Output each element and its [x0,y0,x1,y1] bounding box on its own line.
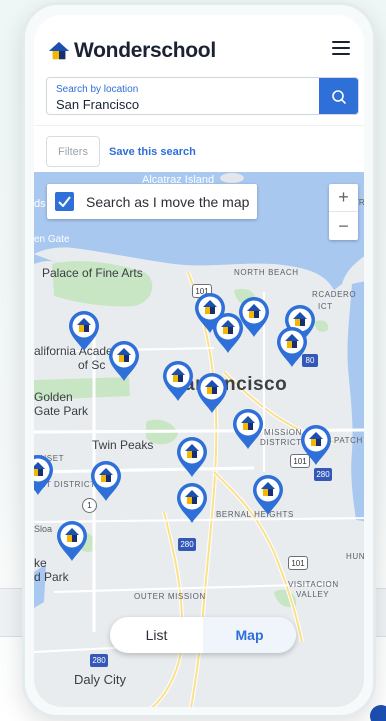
phone-screen: Wonderschool Search by location San Fran… [34,15,364,707]
map-label-d-park: d Park [34,570,69,584]
map-view-button[interactable]: Map [203,617,296,653]
map-label-financial: ICT [318,302,333,311]
map-label-hunt: HUNT [346,552,364,561]
school-pin[interactable] [66,308,102,352]
map-label-embarcadero: RCADERO [312,290,357,299]
search-as-move-control[interactable]: Search as I move the map [47,184,257,219]
map-label-sloat: Sloa [34,524,53,534]
zoom-in-button[interactable]: + [329,184,358,212]
school-pin[interactable] [88,458,124,502]
search-label: Search by location [56,84,139,95]
map-label-visitacion: VISITACION [288,580,339,589]
school-pin[interactable] [298,422,334,466]
map-label-patch: PATCH [334,436,363,445]
logo-text: Wonderschool [74,39,216,62]
map-label-palace: Palace of Fine Arts [42,266,143,280]
search-input[interactable]: San Francisco [56,97,139,112]
location-search[interactable]: Search by location San Francisco [46,77,359,115]
logo-icon [48,41,70,60]
save-search-link[interactable]: Save this search [109,146,196,158]
map-label-golden-gate: en Gate [34,234,70,245]
school-pin[interactable] [34,452,56,496]
school-pin[interactable] [160,358,196,402]
zoom-controls: + − [329,184,358,240]
map-label-north-beach: NORTH BEACH [234,268,299,277]
map-label-outer-mission: OUTER MISSION [134,592,206,601]
school-pin[interactable] [236,294,272,338]
highway-shield: 101 [288,556,308,570]
school-pin[interactable] [274,324,310,368]
interstate-shield: 280 [314,468,332,481]
map-label-of-sciences: of Sc [78,358,106,372]
map-label-valley: VALLEY [296,590,330,599]
map-label-mission: MISSION [264,428,302,437]
map-label-district: DISTRICT [260,438,302,447]
search-button[interactable] [319,78,358,114]
map-label-ke: ke [34,556,47,570]
filters-button[interactable]: Filters [46,136,100,167]
search-as-move-label: Search as I move the map [86,193,250,210]
school-pin[interactable] [174,434,210,478]
map-label-ds: ds [34,198,46,210]
map-label-daly-city: Daly City [74,672,127,687]
checkmark-icon [58,196,71,207]
corner-dot [370,705,386,721]
zoom-out-button[interactable]: − [329,212,358,240]
school-pin[interactable] [54,518,90,562]
map[interactable]: Alcatraz Island ds TR en Gate Palace of … [34,172,364,707]
map-label-golden: Golden [34,390,73,404]
logo[interactable]: Wonderschool [48,39,216,63]
interstate-shield: 280 [90,654,108,667]
school-pin[interactable] [230,406,266,450]
search-icon [331,90,346,104]
filters-bar: Filters Save this search [34,125,364,172]
search-as-move-checkbox[interactable] [55,192,74,211]
school-pin[interactable] [106,338,142,382]
app-header: Wonderschool [34,15,364,75]
list-view-button[interactable]: List [110,617,203,653]
hamburger-menu-icon[interactable] [332,41,350,55]
map-label-twin-peaks: Twin Peaks [92,438,154,452]
school-pin[interactable] [194,370,230,414]
phone-frame: Wonderschool Search by location San Fran… [22,2,376,718]
map-label-gate-park: Gate Park [34,404,89,418]
interstate-shield: 280 [178,538,196,551]
school-pin[interactable] [174,480,210,524]
view-toggle: List Map [110,617,296,653]
school-pin[interactable] [250,472,286,516]
